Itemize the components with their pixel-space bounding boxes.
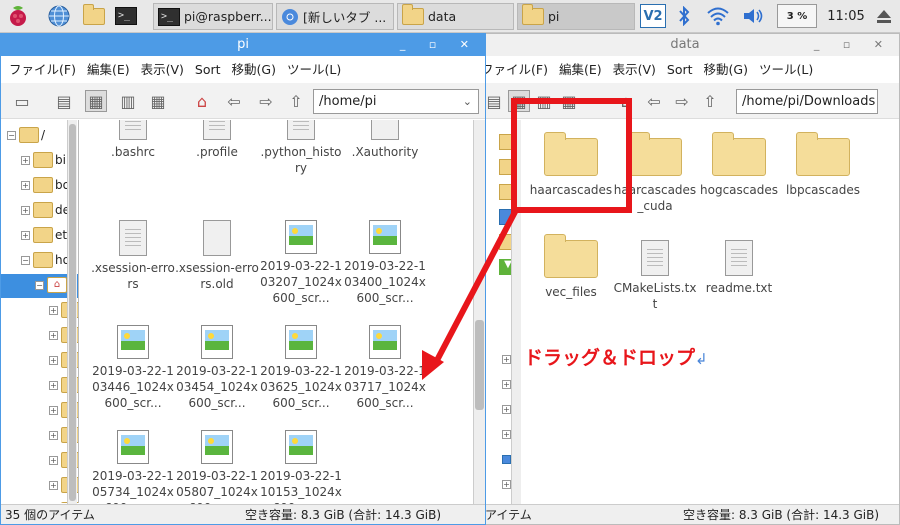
drag-arrow-shaft [431, 208, 519, 368]
annotation-overlay [422, 98, 632, 380]
return-mark-icon: ↲ [695, 350, 708, 368]
annotation-text: ドラッグ＆ドロップ [524, 347, 696, 369]
drag-and-drop-annotation: ドラッグ＆ドロップ↲ [524, 343, 708, 370]
highlight-box [511, 98, 632, 213]
